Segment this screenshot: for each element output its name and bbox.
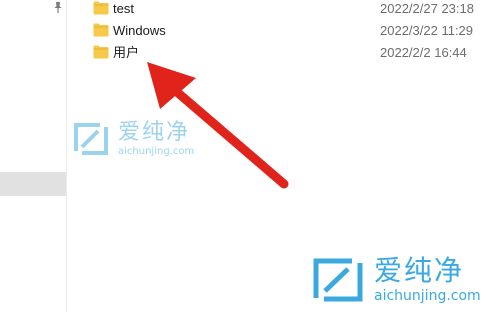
navigation-pane: [0, 0, 67, 312]
watermark-url: aichunjing.com: [374, 288, 481, 304]
file-row-test[interactable]: test 2022/2/27 23:18: [67, 0, 500, 20]
watermark-large: 爱纯净 aichunjing.com: [308, 256, 481, 304]
pin-icon[interactable]: [51, 1, 65, 15]
file-date: 2022/3/22 11:29: [380, 23, 474, 38]
watermark-logo-icon: [313, 258, 363, 302]
watermark-small: 爱纯净 aichunjing.com: [70, 121, 194, 157]
file-row-windows[interactable]: Windows 2022/3/22 11:29: [67, 20, 500, 42]
watermark-brand: 爱纯净: [374, 254, 465, 287]
watermark-url: aichunjing.com: [118, 145, 195, 157]
nav-selected-item[interactable]: [0, 172, 66, 196]
file-name: Windows: [113, 23, 166, 38]
file-name: 用户: [113, 45, 140, 60]
folder-icon: [93, 45, 109, 59]
file-name: test: [113, 1, 134, 16]
file-date: 2022/2/2 16:44: [380, 45, 467, 60]
file-row-users[interactable]: 用户 2022/2/2 16:44: [67, 42, 500, 64]
file-date: 2022/2/27 23:18: [380, 1, 474, 16]
watermark-brand: 爱纯净: [118, 119, 191, 145]
watermark-logo-icon: [74, 123, 108, 155]
folder-icon: [93, 23, 109, 37]
folder-icon: [93, 1, 109, 15]
